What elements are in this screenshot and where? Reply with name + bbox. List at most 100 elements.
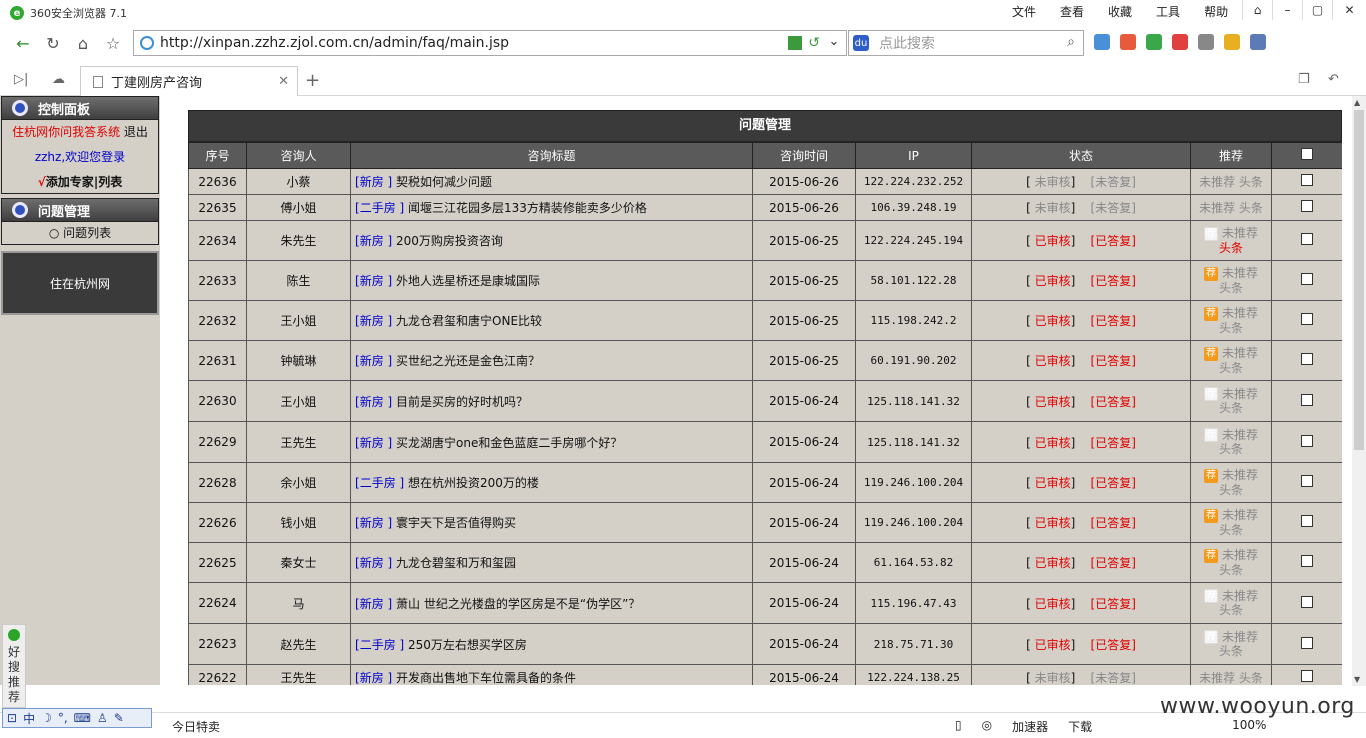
recommend-link[interactable]: 未推荐 [1222, 428, 1258, 442]
row-checkbox[interactable] [1301, 200, 1313, 212]
answer-status-link[interactable]: [已答复] [1091, 314, 1136, 328]
vertical-scrollbar[interactable]: ▲ ▼ [1352, 96, 1366, 686]
calendar-icon[interactable] [1120, 34, 1136, 50]
row-checkbox[interactable] [1301, 273, 1313, 285]
answer-status-label[interactable]: 已答复 [1095, 395, 1131, 409]
row-checkbox[interactable] [1301, 434, 1313, 447]
category-link[interactable]: [新房 ] [355, 274, 392, 288]
answer-status-label[interactable]: 未答复 [1095, 671, 1131, 685]
audit-status-link[interactable]: 未审核 [1035, 201, 1071, 215]
recommend-link[interactable]: 未推荐 [1222, 548, 1258, 562]
gift-icon[interactable] [1224, 34, 1240, 50]
tab-list-icon[interactable]: ❐ [1298, 72, 1310, 87]
ime-tool-icon[interactable]: ✎ [114, 711, 124, 725]
download-button[interactable]: 下载 [1068, 718, 1092, 735]
answer-status-link[interactable]: [未答复] [1091, 671, 1136, 685]
cloud-icon[interactable]: ☁ [52, 72, 65, 87]
reload-icon[interactable]: ↻ [42, 32, 64, 54]
search-placeholder[interactable]: 点此搜索 [879, 33, 935, 53]
answer-status-link[interactable]: [未答复] [1091, 175, 1136, 189]
audit-status-link[interactable]: 未审核 [1035, 671, 1071, 685]
category-label[interactable]: 新房 [360, 671, 384, 685]
ime-lang-icon[interactable]: 中 [23, 710, 35, 727]
menu-file[interactable]: 文件 [1000, 3, 1048, 20]
new-tab-icon[interactable]: + [305, 70, 320, 91]
category-label[interactable]: 新房 [360, 274, 384, 288]
category-link[interactable]: [二手房 ] [355, 201, 404, 215]
row-checkbox[interactable] [1301, 174, 1313, 186]
site-name-box[interactable]: 住在杭州网 [1, 251, 159, 315]
headline-link[interactable]: 头条 [1239, 175, 1263, 189]
category-label[interactable]: 新房 [360, 597, 384, 611]
recommend-link[interactable]: 未推荐 [1199, 201, 1235, 215]
answer-status-label[interactable]: 已答复 [1095, 274, 1131, 288]
translate-icon[interactable] [1250, 34, 1266, 50]
phone-icon[interactable]: ▯ [955, 718, 962, 735]
answer-status-link[interactable]: [已答复] [1091, 436, 1136, 450]
answer-status-link[interactable]: [已答复] [1091, 516, 1136, 530]
audit-status-link[interactable]: 已审核 [1035, 436, 1071, 450]
search-box[interactable]: du 点此搜索 ⌕ [848, 30, 1084, 56]
category-label[interactable]: 新房 [360, 234, 384, 248]
row-checkbox[interactable] [1301, 595, 1313, 608]
answer-status-label[interactable]: 已答复 [1095, 516, 1131, 530]
headline-link[interactable]: 头条 [1239, 201, 1263, 215]
answer-status-link[interactable]: [未答复] [1091, 201, 1136, 215]
category-link[interactable]: [新房 ] [355, 516, 392, 530]
address-bar[interactable]: http://xinpan.zzhz.zjol.com.cn/admin/faq… [133, 30, 847, 56]
home-icon[interactable]: ⌂ [72, 32, 94, 54]
headline-link[interactable]: 头条 [1219, 442, 1243, 456]
category-label[interactable]: 新房 [360, 395, 384, 409]
category-link[interactable]: [新房 ] [355, 597, 392, 611]
scroll-up-icon[interactable]: ▲ [1354, 98, 1360, 107]
ime-user-icon[interactable]: ♙ [97, 711, 108, 725]
zoom-level[interactable]: 100% [1232, 718, 1266, 735]
answer-status-label[interactable]: 未答复 [1095, 201, 1131, 215]
recommend-link[interactable]: 未推荐 [1222, 266, 1258, 280]
question-title-link[interactable]: 九龙仓碧玺和万和玺园 [396, 556, 516, 570]
question-title-link[interactable]: 200万购房投资咨询 [396, 234, 503, 248]
recommend-link[interactable]: 未推荐 [1199, 671, 1235, 685]
today-deals[interactable]: 今日特卖 [172, 718, 220, 735]
category-label[interactable]: 新房 [360, 556, 384, 570]
sidebar-toggle-icon[interactable]: ▷| [14, 72, 28, 87]
headline-link[interactable]: 头条 [1219, 241, 1243, 255]
scroll-thumb[interactable] [1354, 110, 1364, 450]
audit-status-link[interactable]: 已审核 [1035, 516, 1071, 530]
category-label[interactable]: 二手房 [360, 476, 396, 490]
answer-status-link[interactable]: [已答复] [1091, 274, 1136, 288]
screenshot-icon[interactable] [1198, 34, 1214, 50]
answer-status-label[interactable]: 已答复 [1095, 314, 1131, 328]
answer-status-label[interactable]: 已答复 [1095, 436, 1131, 450]
answer-status-link[interactable]: [已答复] [1091, 395, 1136, 409]
category-link[interactable]: [新房 ] [355, 354, 392, 368]
answer-status-label[interactable]: 已答复 [1095, 234, 1131, 248]
question-title-link[interactable]: 寰宇天下是否值得购买 [396, 516, 516, 530]
select-all-checkbox[interactable] [1301, 148, 1313, 160]
category-link[interactable]: [新房 ] [355, 234, 392, 248]
scroll-down-icon[interactable]: ▼ [1354, 675, 1360, 684]
category-link[interactable]: [新房 ] [355, 671, 392, 685]
recommend-link[interactable]: 未推荐 [1222, 306, 1258, 320]
answer-status-link[interactable]: [已答复] [1091, 234, 1136, 248]
back-icon[interactable]: ← [12, 32, 34, 54]
row-checkbox[interactable] [1301, 353, 1313, 365]
menu-help[interactable]: 帮助 [1192, 3, 1240, 20]
category-label[interactable]: 新房 [360, 516, 384, 530]
headline-link[interactable]: 头条 [1219, 603, 1243, 617]
category-label[interactable]: 新房 [360, 175, 384, 189]
category-link[interactable]: [新房 ] [355, 314, 392, 328]
accelerator-button[interactable]: 加速器 [1012, 718, 1048, 735]
menu-view[interactable]: 查看 [1048, 3, 1096, 20]
headline-link[interactable]: 头条 [1219, 563, 1243, 577]
category-label[interactable]: 新房 [360, 354, 384, 368]
audit-status-link[interactable]: 已审核 [1035, 597, 1071, 611]
recommend-link[interactable]: 未推荐 [1222, 387, 1258, 401]
headline-link[interactable]: 头条 [1219, 361, 1243, 375]
recommend-link[interactable]: 未推荐 [1222, 226, 1258, 240]
answer-status-label[interactable]: 未答复 [1095, 175, 1131, 189]
question-title-link[interactable]: 外地人选星桥还是康城国际 [396, 274, 540, 288]
category-label[interactable]: 新房 [360, 314, 384, 328]
category-link[interactable]: [二手房 ] [355, 476, 404, 490]
question-title-link[interactable]: 九龙仓君玺和唐宁ONE比较 [396, 314, 542, 328]
